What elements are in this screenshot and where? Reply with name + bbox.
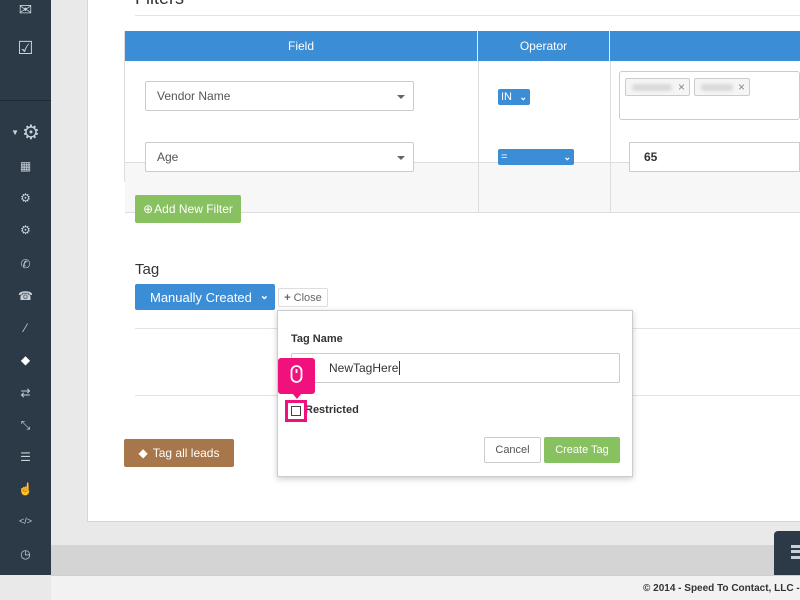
add-filter-label: Add New Filter	[154, 202, 233, 216]
restricted-label: Restricted	[305, 404, 359, 416]
tag-name-value: NewTagHere	[329, 361, 399, 375]
divider	[633, 328, 800, 329]
tag-icon[interactable]: ◆	[0, 352, 51, 368]
caret-down-icon	[397, 156, 405, 160]
add-new-filter-button[interactable]: ⊕ Add New Filter	[135, 195, 241, 223]
content-background	[51, 545, 800, 575]
operator-value: =	[501, 151, 508, 163]
column-divider	[478, 61, 479, 212]
exchange-icon[interactable]: ⇄	[0, 385, 51, 401]
sidebar: ✉ ☑ ▼ ⚙ ▦ ⚙ ⚙ ✆ ☎ ⁄ ◆ ⇄ ⤡ ☰ ☝ </> ◷	[0, 0, 51, 575]
field-select-value: Age	[157, 150, 179, 164]
indicator-tail	[292, 393, 302, 399]
gears-icon[interactable]: ⚙	[0, 222, 51, 238]
create-tag-button[interactable]: Create Tag	[544, 437, 620, 463]
compress-icon[interactable]: ⤡	[0, 417, 51, 433]
values-multiselect[interactable]: × ×	[619, 71, 800, 120]
clock-icon[interactable]: ◷	[0, 546, 51, 562]
filter-value-input[interactable]: 65	[629, 142, 800, 172]
close-label: Close	[293, 291, 322, 304]
building-icon[interactable]: ▦	[0, 158, 51, 174]
value-chip: ×	[694, 78, 750, 96]
tag-name-input[interactable]: NewTagHere	[291, 353, 620, 383]
column-header-value	[610, 31, 800, 61]
tag-mode-select[interactable]: Manually Created ⌄	[135, 284, 275, 310]
close-button[interactable]: + Close	[278, 288, 328, 307]
table-header: Field Operator	[125, 31, 800, 61]
mouse-icon	[290, 365, 303, 383]
plus-circle-icon: ⊕	[143, 202, 154, 216]
tags-icon: ◆	[138, 446, 148, 460]
remove-chip-icon[interactable]: ×	[738, 80, 745, 94]
sidebar-divider	[0, 100, 51, 101]
gear-icon[interactable]: ⚙	[0, 190, 51, 206]
code-icon[interactable]: </>	[0, 513, 51, 529]
mouse-click-indicator	[278, 358, 315, 399]
thumbs-up-icon[interactable]: ☝	[0, 481, 51, 497]
tag-name-label: Tag Name	[291, 333, 343, 345]
copyright-text: © 2014 - Speed To Contact, LLC - All	[643, 583, 800, 594]
phone-square-icon[interactable]: ☎	[0, 288, 51, 304]
filters-heading: Filters	[135, 0, 184, 9]
column-header-operator: Operator	[478, 31, 610, 61]
remove-chip-icon[interactable]: ×	[678, 80, 685, 94]
bars-icon	[791, 545, 800, 559]
redacted-value	[701, 84, 733, 91]
field-select-value: Vendor Name	[157, 89, 231, 103]
settings-gear-icon[interactable]: ▼ ⚙	[0, 120, 51, 144]
chevron-down-icon: ⌄	[519, 92, 527, 102]
phone-icon[interactable]: ✆	[0, 256, 51, 272]
operator-select-equals[interactable]: = ⌄	[498, 149, 574, 165]
column-header-field: Field	[125, 31, 478, 61]
cancel-button[interactable]: Cancel	[484, 437, 541, 463]
value-chip: ×	[625, 78, 690, 96]
chevron-down-icon: ⌄	[259, 290, 269, 302]
caret-down-icon	[397, 95, 405, 99]
divider	[633, 395, 800, 396]
heading-divider	[135, 15, 800, 16]
redacted-value	[632, 84, 672, 91]
operator-select-in[interactable]: IN ⌄	[498, 89, 530, 105]
menu-toggle[interactable]	[774, 531, 800, 575]
tag-all-label: Tag all leads	[152, 446, 220, 460]
tag-section-label: Tag	[135, 261, 160, 278]
plus-icon: +	[284, 291, 291, 304]
restricted-checkbox[interactable]	[291, 406, 301, 416]
footer: © 2014 - Speed To Contact, LLC - All	[51, 575, 800, 600]
operator-value: IN	[501, 91, 512, 103]
check-square-icon[interactable]: ☑	[0, 36, 51, 60]
create-tag-popover: Tag Name NewTagHere Restricted Cancel Cr…	[277, 310, 633, 477]
field-select-vendor-name[interactable]: Vendor Name	[145, 81, 414, 111]
tag-mode-value: Manually Created	[150, 289, 252, 305]
chevron-down-icon: ⌄	[563, 152, 571, 162]
field-select-age[interactable]: Age	[145, 142, 414, 172]
text-cursor	[399, 361, 401, 375]
divider	[135, 328, 277, 329]
divider	[135, 395, 277, 396]
sliders-icon[interactable]: ☰	[0, 449, 51, 465]
magic-wand-icon[interactable]: ⁄	[0, 320, 51, 336]
column-divider	[610, 61, 611, 212]
tag-all-leads-button[interactable]: ◆ Tag all leads	[124, 439, 234, 467]
restricted-checkbox-highlight	[285, 400, 307, 422]
envelope-icon[interactable]: ✉	[0, 0, 51, 20]
